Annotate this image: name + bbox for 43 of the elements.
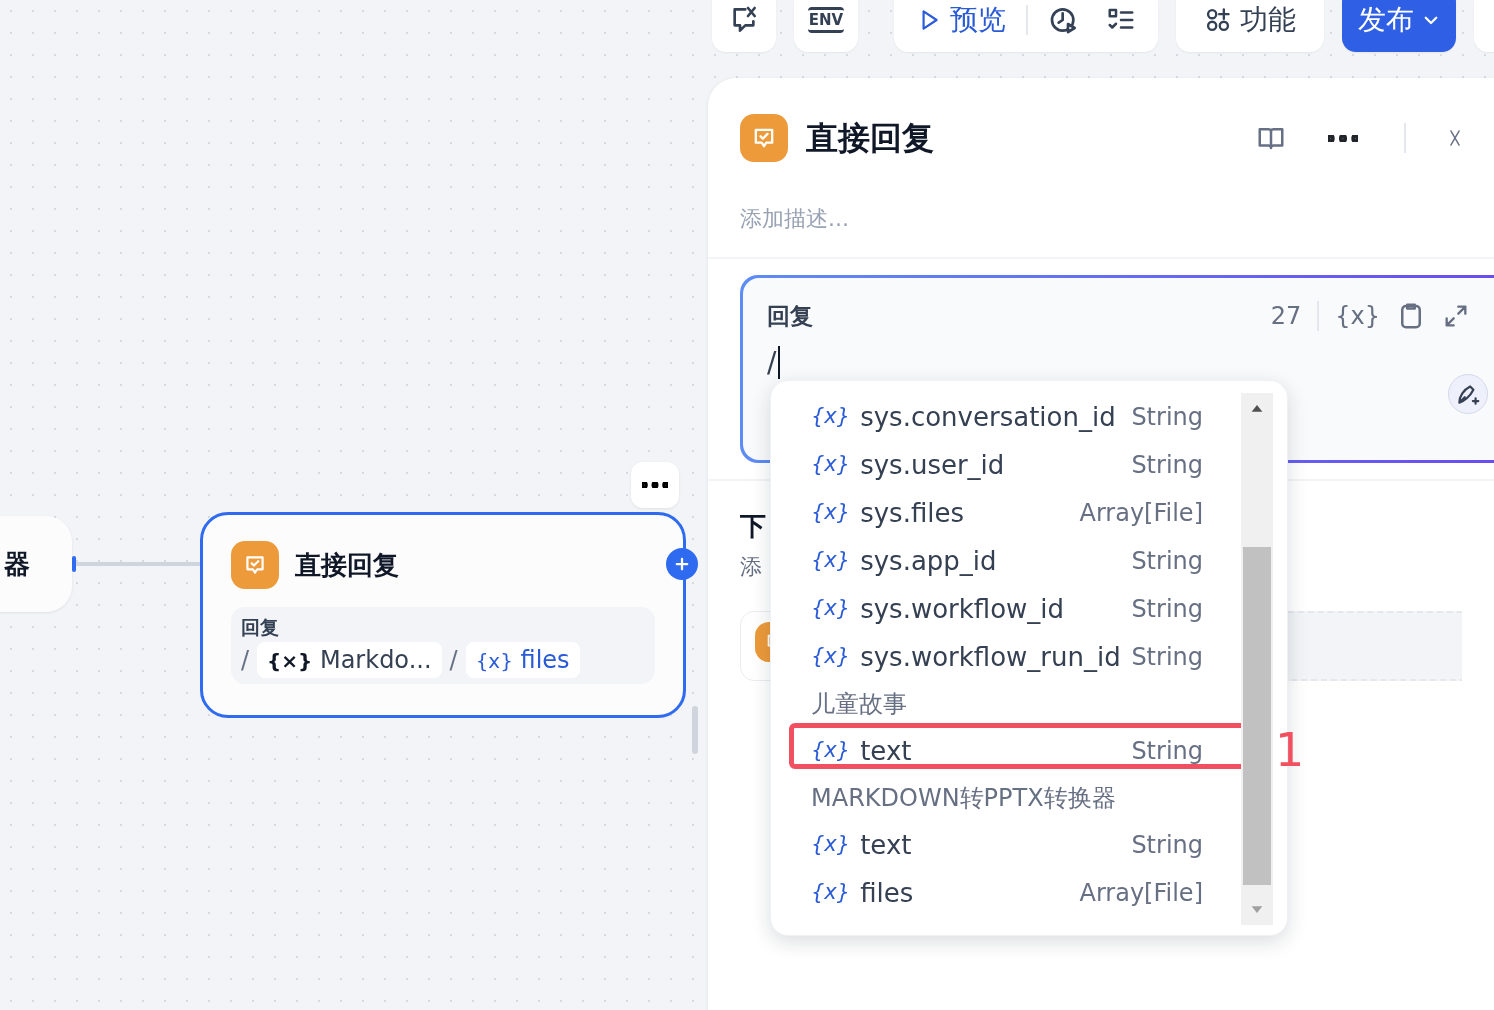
annotation-number: 1 bbox=[1275, 727, 1305, 773]
node-title: 器 bbox=[4, 547, 30, 581]
section-title: 下 bbox=[740, 510, 766, 543]
section-description: 添 bbox=[740, 553, 762, 581]
publish-button[interactable]: 发布 bbox=[1342, 0, 1456, 52]
more-button[interactable] bbox=[631, 462, 679, 508]
variable-option[interactable]: {x} sys.workflow_run_id String bbox=[811, 633, 1203, 681]
more-icon bbox=[1328, 135, 1358, 142]
env-button[interactable]: ENV bbox=[794, 0, 858, 52]
group-heading: 儿童故事 bbox=[811, 689, 908, 720]
variable-option[interactable]: {x} text String bbox=[811, 727, 1203, 775]
field-label: 回复 bbox=[767, 301, 814, 331]
group-heading: MARKDOWN转PPTX转换器 bbox=[811, 783, 1117, 814]
slash-text: / bbox=[449, 644, 458, 676]
field-label: 回复 bbox=[241, 615, 280, 640]
variable-option[interactable]: {x} sys.files Array[File] bbox=[811, 489, 1203, 537]
scrollbar-thumb[interactable] bbox=[1243, 547, 1271, 885]
variable-option[interactable]: {x} text String bbox=[811, 821, 1203, 869]
variable-chip: {×} Markdo... bbox=[257, 641, 442, 678]
insert-variable-button[interactable]: {x} bbox=[1335, 298, 1380, 334]
apps-icon bbox=[1204, 6, 1232, 34]
panel-title: 直接回复 bbox=[806, 118, 935, 159]
node-card[interactable]: 直接回复 回复 / {×} Markdo... / {x} files bbox=[200, 512, 686, 718]
slash-text: / bbox=[241, 644, 250, 676]
plus-icon bbox=[673, 555, 691, 573]
variables-button[interactable] bbox=[712, 0, 776, 52]
node-card[interactable]: 器 bbox=[0, 516, 72, 612]
variable-chip: {x} files bbox=[465, 641, 580, 678]
variable-option[interactable]: {x} sys.workflow_id String bbox=[811, 585, 1203, 633]
connection-handle[interactable] bbox=[72, 556, 76, 572]
preview-button[interactable]: 预览 bbox=[910, 0, 1012, 41]
add-node-button[interactable] bbox=[666, 548, 698, 580]
scrollbar[interactable] bbox=[1241, 393, 1273, 925]
variable-option[interactable]: {x} files Array[File] bbox=[811, 869, 1203, 917]
ai-write-button[interactable] bbox=[1448, 374, 1488, 414]
variable-option[interactable]: {x} sys.conversation_id String bbox=[811, 393, 1203, 441]
editor-text: / bbox=[767, 346, 781, 379]
more-icon bbox=[642, 482, 668, 488]
variable-option[interactable]: {x} sys.app_id String bbox=[811, 537, 1203, 585]
node-title: 直接回复 bbox=[295, 548, 399, 582]
scrollbar[interactable] bbox=[692, 706, 698, 754]
features-button[interactable]: 功能 bbox=[1176, 0, 1324, 52]
character-count: 27 bbox=[1270, 301, 1302, 332]
